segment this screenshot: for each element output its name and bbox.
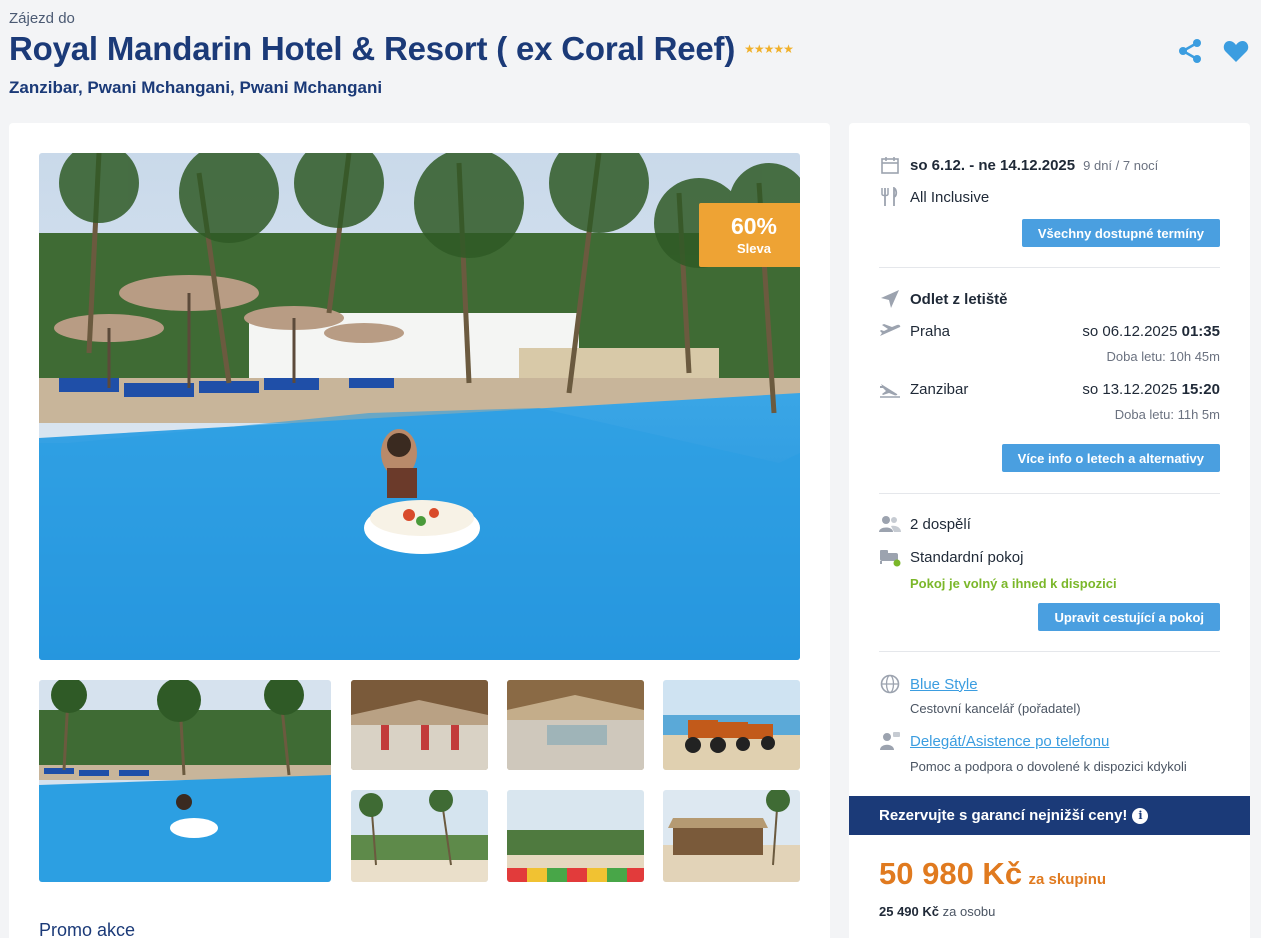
info-icon[interactable]: i <box>1132 807 1149 824</box>
promo-heading: Promo akce <box>39 920 136 938</box>
gallery-thumbnail-lounge[interactable] <box>507 680 644 770</box>
trip-dates: so 6.12. - ne 14.12.2025 <box>910 156 1076 174</box>
departure-heading: Odlet z letiště <box>910 290 1008 308</box>
inbound-duration: Doba letu: 11h 5m <box>1114 407 1220 422</box>
hotel-title: Royal Mandarin Hotel & Resort ( ex Coral… <box>9 30 736 67</box>
heart-icon[interactable] <box>1223 39 1249 63</box>
room-row: Standardní pokoj <box>879 546 1220 568</box>
page-subtitle: Zájezd do <box>9 10 75 27</box>
travelers-count: 2 dospělí <box>910 515 971 533</box>
bed-icon <box>879 546 901 568</box>
users-icon <box>879 513 901 535</box>
inbound-date: so 13.12.2025 <box>1082 380 1178 398</box>
outbound-date: so 06.12.2025 <box>1082 322 1178 340</box>
section-divider <box>879 493 1220 494</box>
trip-duration: 9 dní / 7 nocí <box>1083 157 1159 173</box>
plane-landing-icon <box>879 378 901 400</box>
star-rating: ★★★★★ <box>744 42 794 56</box>
inbound-datetime: so 13.12.2025 15:20 <box>1082 381 1220 398</box>
support-description: Pomoc a podpora o dovolené k dispozici k… <box>910 759 1187 774</box>
per-person-price: 25 490 Kč za osobu <box>879 904 995 919</box>
hotel-location: Zanzibar, Pwani Mchangani, Pwani Mchanga… <box>9 78 383 97</box>
globe-icon <box>879 673 901 695</box>
travelers-row: 2 dospělí <box>879 513 1220 535</box>
price-guarantee-banner: Rezervujte s garancí nejnižší ceny! i <box>849 796 1250 835</box>
discount-badge: 60% Sleva <box>699 203 800 267</box>
gallery-thumbnail-beach-bar[interactable] <box>663 790 800 882</box>
departure-heading-row: Odlet z letiště <box>879 288 1220 310</box>
outbound-flight-row: Praha so 06.12.2025 01:35 <box>879 320 1220 342</box>
edit-travelers-button[interactable]: Upravit cestující a pokoj <box>1038 603 1220 631</box>
support-row: Delegát/Asistence po telefonu <box>879 730 1220 752</box>
plane-takeoff-icon <box>879 320 901 342</box>
gallery-thumbnail-kids-club[interactable] <box>507 790 644 882</box>
discount-label: Sleva <box>737 241 771 256</box>
guarantee-text: Rezervujte s garancí nejnižší ceny! <box>879 807 1128 824</box>
agency-row: Blue Style <box>879 673 1220 695</box>
page-header: Zájezd do Royal Mandarin Hotel & Resort … <box>9 10 1249 110</box>
dates-row: so 6.12. - ne 14.12.2025 9 dní / 7 nocí <box>879 154 1220 176</box>
total-price: 50 980 Kč za skupinu <box>879 856 1106 892</box>
support-link[interactable]: Delegát/Asistence po telefonu <box>910 733 1109 750</box>
outbound-duration: Doba letu: 10h 45m <box>1106 349 1220 364</box>
board-type: All Inclusive <box>910 188 990 206</box>
gallery-thumbnail-restaurant[interactable] <box>351 680 488 770</box>
agency-description: Cestovní kancelář (pořadatel) <box>910 701 1081 716</box>
gallery-thumbnail-pool[interactable] <box>39 680 331 882</box>
gallery-thumbnail-quad-bikes[interactable] <box>663 680 800 770</box>
per-person-suffix: za osobu <box>942 904 996 919</box>
discount-percent: 60% <box>730 213 778 239</box>
navigation-arrow-icon <box>879 288 901 310</box>
inbound-time: 15:20 <box>1181 380 1220 398</box>
support-agent-icon <box>879 730 901 752</box>
gallery-card: 60% Sleva Promo akce <box>9 123 830 938</box>
inbound-city: Zanzibar <box>910 380 969 398</box>
flight-info-button[interactable]: Více info o letech a alternativy <box>1001 444 1220 472</box>
outbound-city: Praha <box>910 322 951 340</box>
board-row: All Inclusive <box>879 186 1220 208</box>
main-hotel-photo[interactable]: 60% Sleva <box>39 153 800 660</box>
agency-link[interactable]: Blue Style <box>910 676 978 693</box>
share-icon[interactable] <box>1177 38 1203 64</box>
booking-card: so 6.12. - ne 14.12.2025 9 dní / 7 nocí … <box>849 123 1250 938</box>
outbound-time: 01:35 <box>1181 322 1220 340</box>
total-price-amount: 50 980 Kč <box>879 856 1023 891</box>
all-dates-button[interactable]: Všechny dostupné termíny <box>1021 219 1220 247</box>
inbound-flight-row: Zanzibar so 13.12.2025 15:20 <box>879 378 1220 400</box>
gallery-thumbnail-beach[interactable] <box>351 790 488 882</box>
fork-knife-icon <box>879 186 901 208</box>
total-price-suffix: za skupinu <box>1028 871 1107 888</box>
calendar-icon <box>879 154 901 176</box>
room-type: Standardní pokoj <box>910 548 1024 566</box>
section-divider <box>879 651 1220 652</box>
section-divider <box>879 267 1220 268</box>
outbound-datetime: so 06.12.2025 01:35 <box>1082 323 1220 340</box>
room-availability: Pokoj je volný a ihned k dispozici <box>910 576 1117 591</box>
per-person-amount: 25 490 Kč <box>879 904 939 919</box>
